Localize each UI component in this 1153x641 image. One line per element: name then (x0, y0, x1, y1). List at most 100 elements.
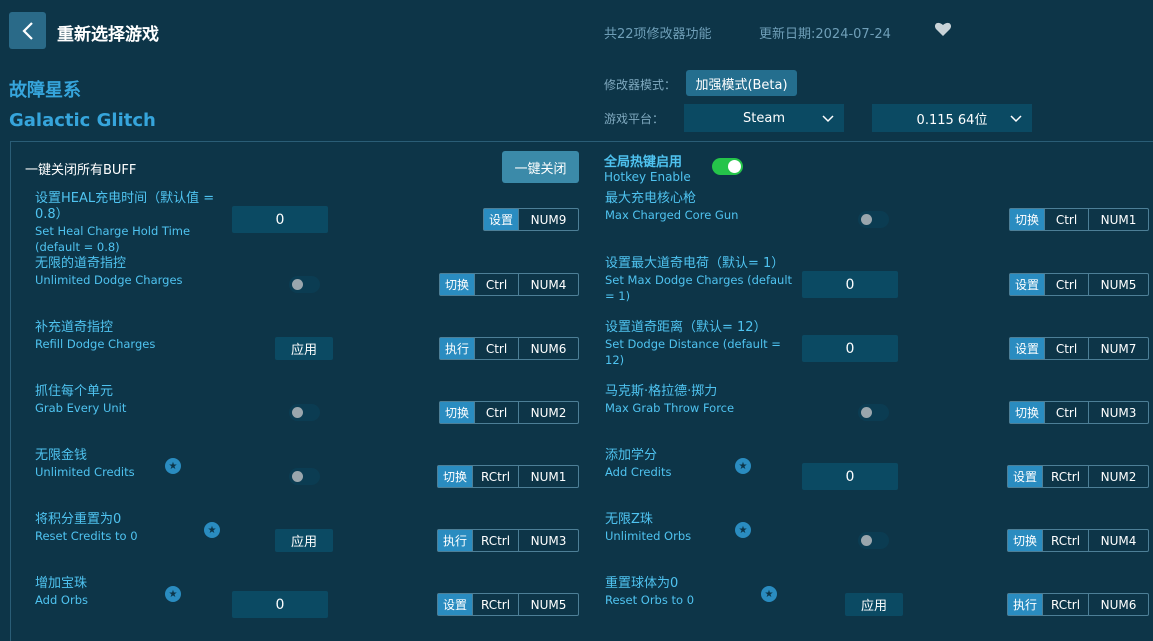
feature-row: 无限Z珠 Unlimited Orbs ★ 切换 RCtrl NUM4 (605, 512, 1153, 572)
feature-toggle[interactable] (289, 404, 320, 421)
version-dropdown[interactable]: 0.115 64位 (872, 104, 1032, 132)
hotkey-action[interactable]: 切换 (440, 274, 474, 295)
feature-label: 无限Z珠 Unlimited Orbs (605, 512, 800, 544)
platform-dropdown[interactable]: Steam (684, 104, 844, 132)
feature-toggle[interactable] (289, 276, 320, 293)
feature-name-en: Grab Every Unit (35, 401, 127, 415)
value-input[interactable]: 0 (232, 206, 328, 233)
update-date: 更新日期:2024-07-24 (759, 27, 891, 42)
game-name-en: Galactic Glitch (9, 110, 156, 131)
value-input[interactable]: 0 (802, 335, 898, 362)
hotkey-group[interactable]: 执行 RCtrl NUM6 (1007, 593, 1149, 616)
feature-name-cn: 增加宝珠 (35, 576, 88, 591)
star-icon: ★ (204, 522, 220, 538)
hotkey-key: Ctrl (1044, 209, 1088, 230)
feature-name-en: Refill Dodge Charges (35, 337, 156, 351)
feature-name-en: Set Heal Charge Hold Time (default = 0.8… (35, 224, 191, 254)
feature-toggle[interactable] (289, 468, 320, 485)
feature-toggle[interactable] (858, 532, 889, 549)
hotkey-key: NUM3 (518, 530, 578, 551)
mode-button[interactable]: 加强模式(Beta) (686, 70, 797, 96)
version-value: 0.115 64位 (916, 112, 988, 128)
hotkey-group[interactable]: 设置 RCtrl NUM2 (1007, 465, 1149, 488)
value-input[interactable]: 0 (232, 591, 328, 618)
hotkey-action[interactable]: 切换 (1008, 530, 1042, 551)
apply-button[interactable]: 应用 (275, 337, 333, 360)
hotkey-group[interactable]: 设置 NUM9 (483, 208, 579, 231)
hotkey-action[interactable]: 切换 (1010, 209, 1044, 230)
hotkey-action[interactable]: 设置 (1008, 466, 1042, 487)
hotkey-action[interactable]: 切换 (1010, 402, 1044, 423)
feature-name-cn: 设置道奇距离（默认= 12） (605, 320, 767, 335)
back-button[interactable] (9, 12, 46, 49)
feature-label: 抓住每个单元 Grab Every Unit (35, 384, 230, 416)
hotkey-key: NUM6 (518, 338, 578, 359)
hotkey-enable-toggle[interactable] (712, 158, 743, 175)
feature-name-cn: 设置HEAL充电时间（默认值 = 0.8） (35, 191, 215, 222)
hotkey-key: NUM6 (1088, 594, 1148, 615)
feature-name-cn: 无限的道奇指控 (35, 256, 127, 271)
chevron-down-icon (1010, 115, 1022, 123)
value-input[interactable]: 0 (802, 271, 898, 298)
hotkey-action[interactable]: 设置 (1010, 274, 1044, 295)
hotkey-group[interactable]: 设置 Ctrl NUM7 (1009, 337, 1149, 360)
feature-row: 将积分重置为0 Reset Credits to 0 ★ 应用 执行 RCtrl NUM3 (35, 512, 595, 572)
feature-toggle[interactable] (858, 404, 889, 421)
feature-label: 将积分重置为0 Reset Credits to 0 (35, 512, 230, 544)
feature-label: 无限金钱 Unlimited Credits (35, 448, 230, 480)
value-input[interactable]: 0 (802, 463, 898, 490)
hotkey-group[interactable]: 切换 RCtrl NUM1 (437, 465, 579, 488)
hotkey-group[interactable]: 设置 RCtrl NUM5 (437, 593, 579, 616)
hotkey-key: NUM3 (1088, 402, 1148, 423)
hotkey-key: NUM7 (1088, 338, 1148, 359)
feature-name-en: Unlimited Orbs (605, 529, 692, 543)
feature-name-en: Reset Credits to 0 (35, 529, 138, 543)
hotkey-group[interactable]: 设置 Ctrl NUM5 (1009, 273, 1149, 296)
feature-row: 马克斯·格拉德·掷力 Max Grab Throw Force 切换 Ctrl NUM3 (605, 384, 1153, 444)
hotkey-group[interactable]: 切换 Ctrl NUM3 (1009, 401, 1149, 424)
hotkey-group[interactable]: 切换 Ctrl NUM1 (1009, 208, 1149, 231)
apply-button[interactable]: 应用 (845, 593, 903, 616)
close-all-button[interactable]: 一键关闭 (502, 151, 579, 183)
feature-name-cn: 抓住每个单元 (35, 384, 114, 399)
hotkey-group[interactable]: 切换 Ctrl NUM4 (439, 273, 579, 296)
favorite-heart-icon[interactable] (934, 21, 952, 41)
hotkey-action[interactable]: 设置 (438, 594, 472, 615)
hotkey-key: RCtrl (472, 594, 518, 615)
hotkey-action[interactable]: 执行 (440, 338, 474, 359)
apply-button[interactable]: 应用 (275, 529, 333, 552)
feature-label: 设置HEAL充电时间（默认值 = 0.8） Set Heal Charge Hol… (35, 191, 230, 255)
hotkey-key: NUM4 (1088, 530, 1148, 551)
hotkey-action[interactable]: 执行 (438, 530, 472, 551)
hotkey-key: NUM5 (518, 594, 578, 615)
hotkey-group[interactable]: 切换 RCtrl NUM4 (1007, 529, 1149, 552)
feature-label: 无限的道奇指控 Unlimited Dodge Charges (35, 256, 230, 288)
close-all-label: 一键关闭所有BUFF (25, 163, 137, 178)
feature-row: 设置HEAL充电时间（默认值 = 0.8） Set Heal Charge Hol… (35, 191, 595, 254)
hotkey-action[interactable]: 设置 (1010, 338, 1044, 359)
hotkey-group[interactable]: 执行 RCtrl NUM3 (437, 529, 579, 552)
feature-label: 添加学分 Add Credits (605, 448, 800, 480)
hotkey-group[interactable]: 执行 Ctrl NUM6 (439, 337, 579, 360)
hotkey-action[interactable]: 执行 (1008, 594, 1042, 615)
chevron-down-icon (822, 115, 834, 123)
hotkey-key: NUM1 (1088, 209, 1148, 230)
game-name-cn: 故障星系 (9, 80, 81, 101)
hotkey-key: RCtrl (472, 466, 518, 487)
star-icon: ★ (761, 586, 777, 602)
feature-label: 补充道奇指控 Refill Dodge Charges (35, 320, 230, 352)
hotkey-action[interactable]: 设置 (484, 209, 518, 230)
platform-label: 游戏平台： (604, 112, 665, 126)
hotkey-action[interactable]: 切换 (438, 466, 472, 487)
hotkey-group[interactable]: 切换 Ctrl NUM2 (439, 401, 579, 424)
feature-label: 设置最大道奇电荷（默认= 1） Set Max Dodge Charges (de… (605, 256, 800, 304)
hotkey-action[interactable]: 切换 (440, 402, 474, 423)
hotkey-key: Ctrl (1044, 402, 1088, 423)
hotkey-key: RCtrl (472, 530, 518, 551)
feature-row: 设置最大道奇电荷（默认= 1） Set Max Dodge Charges (de… (605, 256, 1153, 316)
feature-toggle[interactable] (858, 211, 889, 228)
hotkey-key: RCtrl (1042, 466, 1088, 487)
feature-label: 增加宝珠 Add Orbs (35, 576, 230, 608)
star-icon: ★ (165, 458, 181, 474)
feature-row: 补充道奇指控 Refill Dodge Charges 应用 执行 Ctrl NUM6 (35, 320, 595, 380)
